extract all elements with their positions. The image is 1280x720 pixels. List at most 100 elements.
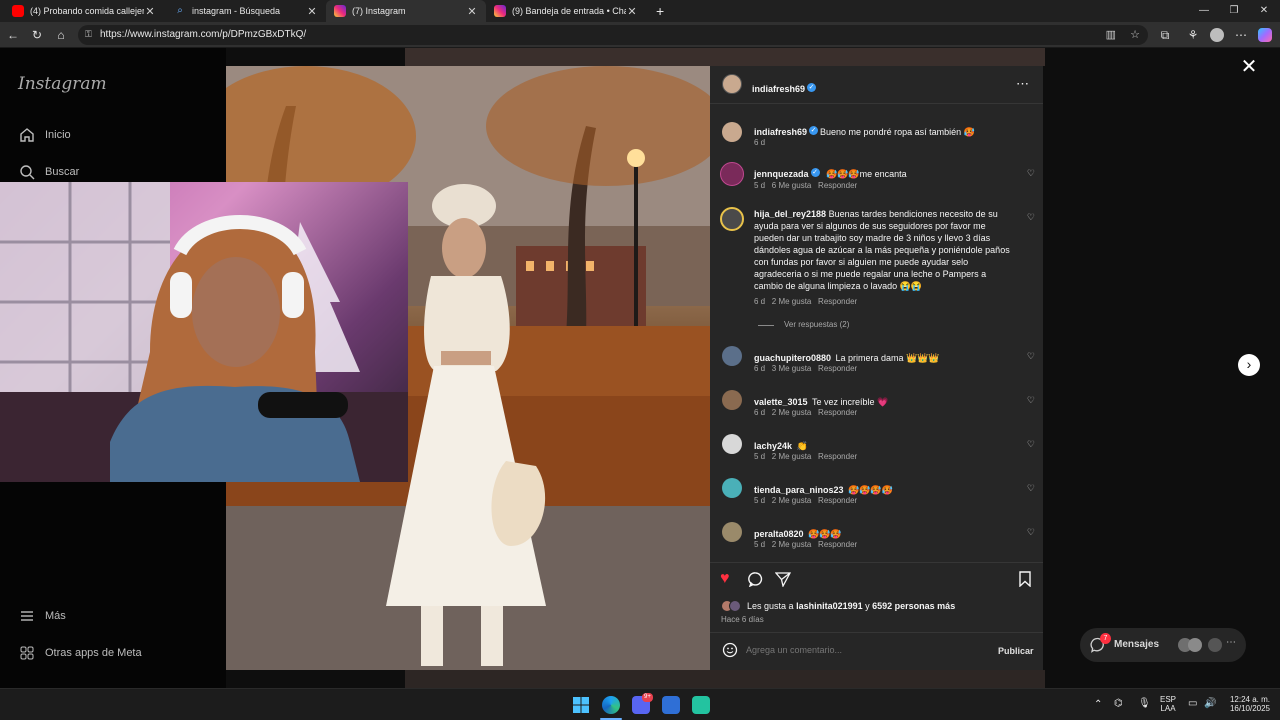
chevron-up-icon[interactable]: ⌃: [1094, 699, 1102, 710]
liked-by-avatars[interactable]: [721, 600, 743, 612]
home-button[interactable]: ⌂: [52, 26, 70, 44]
sidebar-item-home[interactable]: Inicio: [18, 126, 71, 144]
close-icon[interactable]: ✕: [466, 5, 478, 18]
sidebar-item-more[interactable]: Más: [18, 607, 66, 625]
username[interactable]: tienda_para_ninos23: [754, 485, 844, 495]
messages-label: Mensajes: [1114, 639, 1160, 650]
app-icon[interactable]: [692, 696, 710, 714]
avatar[interactable]: [720, 207, 744, 231]
tab-youtube[interactable]: (4) Probando comida callejera en ✕: [4, 0, 164, 22]
share-icon[interactable]: [774, 571, 792, 592]
username[interactable]: jennquezada: [754, 169, 809, 179]
username[interactable]: lachy24k: [754, 441, 792, 451]
tab-instagram[interactable]: (7) Instagram ✕: [326, 0, 486, 22]
volume-icon[interactable]: 🔊: [1204, 698, 1216, 709]
avatar[interactable]: [722, 522, 742, 542]
reply-button[interactable]: Responder: [818, 181, 857, 190]
reply-button[interactable]: Responder: [818, 408, 857, 417]
favorite-icon[interactable]: ☆: [1130, 28, 1140, 41]
site-info-icon[interactable]: ⚿: [85, 29, 92, 40]
username[interactable]: hija_del_rey2188: [754, 209, 826, 219]
likes-count[interactable]: 6592 personas más: [872, 601, 955, 611]
like-comment-icon[interactable]: ♡: [1027, 212, 1035, 223]
avatar[interactable]: [722, 478, 742, 498]
close-window-button[interactable]: ✕: [1248, 0, 1280, 22]
reply-button[interactable]: Responder: [818, 496, 857, 505]
network-icon[interactable]: ⌬: [1114, 698, 1123, 709]
microphone-icon[interactable]: 🎙: [1138, 698, 1151, 709]
sidebar-item-search[interactable]: Buscar: [18, 163, 79, 181]
back-button[interactable]: ←: [4, 26, 22, 44]
more-options-icon[interactable]: ⋯: [1232, 26, 1250, 44]
extensions-icon[interactable]: ⧉: [1156, 26, 1174, 44]
likes-summary[interactable]: Les gusta a lashinita021991 y 6592 perso…: [747, 601, 955, 611]
display-icon[interactable]: ▭: [1188, 698, 1197, 709]
reply-button[interactable]: Responder: [818, 364, 857, 373]
publish-button[interactable]: Publicar: [998, 646, 1034, 656]
like-comment-icon[interactable]: ♡: [1027, 351, 1035, 362]
reply-button[interactable]: Responder: [818, 297, 857, 306]
comment-likes[interactable]: 2 Me gusta: [772, 540, 812, 549]
comment-input[interactable]: [746, 642, 976, 658]
tab-search[interactable]: ⌕ instagram - Búsqueda ✕: [166, 0, 326, 22]
avatar[interactable]: [722, 390, 742, 410]
comment: hija_del_rey2188 Buenas tardes bendicion…: [754, 208, 1014, 292]
username[interactable]: peralta0820: [754, 529, 804, 539]
like-comment-icon[interactable]: ♡: [1027, 483, 1035, 494]
like-comment-icon[interactable]: ♡: [1027, 395, 1035, 406]
avatar[interactable]: [722, 74, 742, 94]
minimize-button[interactable]: —: [1188, 0, 1220, 22]
sidebar-item-meta-apps[interactable]: Otras apps de Meta: [18, 644, 142, 662]
reply-button[interactable]: Responder: [818, 540, 857, 549]
close-icon[interactable]: ✕: [1238, 56, 1260, 78]
maximize-button[interactable]: ❐: [1218, 0, 1250, 22]
like-comment-icon[interactable]: ♡: [1027, 168, 1035, 179]
view-replies-button[interactable]: Ver respuestas (2): [784, 320, 849, 329]
clock[interactable]: 12:24 a. m. 16/10/2025: [1220, 695, 1270, 713]
close-icon[interactable]: ✕: [306, 5, 318, 18]
save-icon[interactable]: [1018, 571, 1032, 592]
likes-user[interactable]: lashinita021991: [796, 601, 863, 611]
comment-likes[interactable]: 2 Me gusta: [772, 297, 812, 306]
close-icon[interactable]: ✕: [626, 5, 638, 18]
tab-inbox[interactable]: (9) Bandeja de entrada • Chats ✕: [486, 0, 646, 22]
comment-icon[interactable]: [748, 571, 764, 592]
messages-button[interactable]: 7 Mensajes ⋯: [1080, 628, 1246, 662]
comment-likes[interactable]: 6 Me gusta: [772, 181, 812, 190]
profile-avatar[interactable]: [1208, 26, 1226, 44]
comment-time: 5 d: [754, 540, 766, 549]
comment-likes[interactable]: 2 Me gusta: [772, 496, 812, 505]
comment-meta: 5 d 6 Me gusta Responder: [754, 181, 857, 190]
address-bar[interactable]: ⚿ https://www.instagram.com/p/DPmzGBxDTk…: [78, 25, 1148, 45]
instagram-logo[interactable]: Instagram: [18, 74, 107, 94]
like-comment-icon[interactable]: ♡: [1027, 527, 1035, 538]
avatar[interactable]: [722, 122, 742, 142]
emoji-icon[interactable]: [722, 642, 738, 663]
post-author-header[interactable]: indiafresh69 ✓: [752, 79, 818, 97]
edge-icon[interactable]: [602, 696, 620, 714]
username[interactable]: valette_3015: [754, 397, 808, 407]
comment-likes[interactable]: 3 Me gusta: [772, 364, 812, 373]
language-indicator[interactable]: ESP LAA: [1160, 695, 1176, 713]
files-icon[interactable]: [662, 696, 680, 714]
windows-start-icon[interactable]: [572, 696, 590, 714]
like-icon[interactable]: ♥: [720, 570, 730, 588]
like-comment-icon[interactable]: ♡: [1027, 439, 1035, 450]
collections-icon[interactable]: ⚘: [1184, 26, 1202, 44]
username[interactable]: indiafresh69: [754, 127, 807, 137]
comment-likes[interactable]: 2 Me gusta: [772, 408, 812, 417]
more-options-icon[interactable]: ⋯: [1016, 76, 1029, 92]
reload-button[interactable]: ↻: [28, 26, 46, 44]
divider: [710, 103, 1043, 104]
next-post-button[interactable]: ›: [1238, 354, 1260, 376]
username[interactable]: guachupitero0880: [754, 353, 831, 363]
comment-likes[interactable]: 2 Me gusta: [772, 452, 812, 461]
split-screen-icon[interactable]: ▥: [1106, 28, 1116, 41]
copilot-icon[interactable]: [1256, 26, 1274, 44]
new-tab-button[interactable]: +: [648, 0, 668, 22]
avatar[interactable]: [722, 434, 742, 454]
close-icon[interactable]: ✕: [144, 5, 156, 18]
reply-button[interactable]: Responder: [818, 452, 857, 461]
avatar[interactable]: [722, 346, 742, 366]
avatar[interactable]: [720, 162, 744, 186]
